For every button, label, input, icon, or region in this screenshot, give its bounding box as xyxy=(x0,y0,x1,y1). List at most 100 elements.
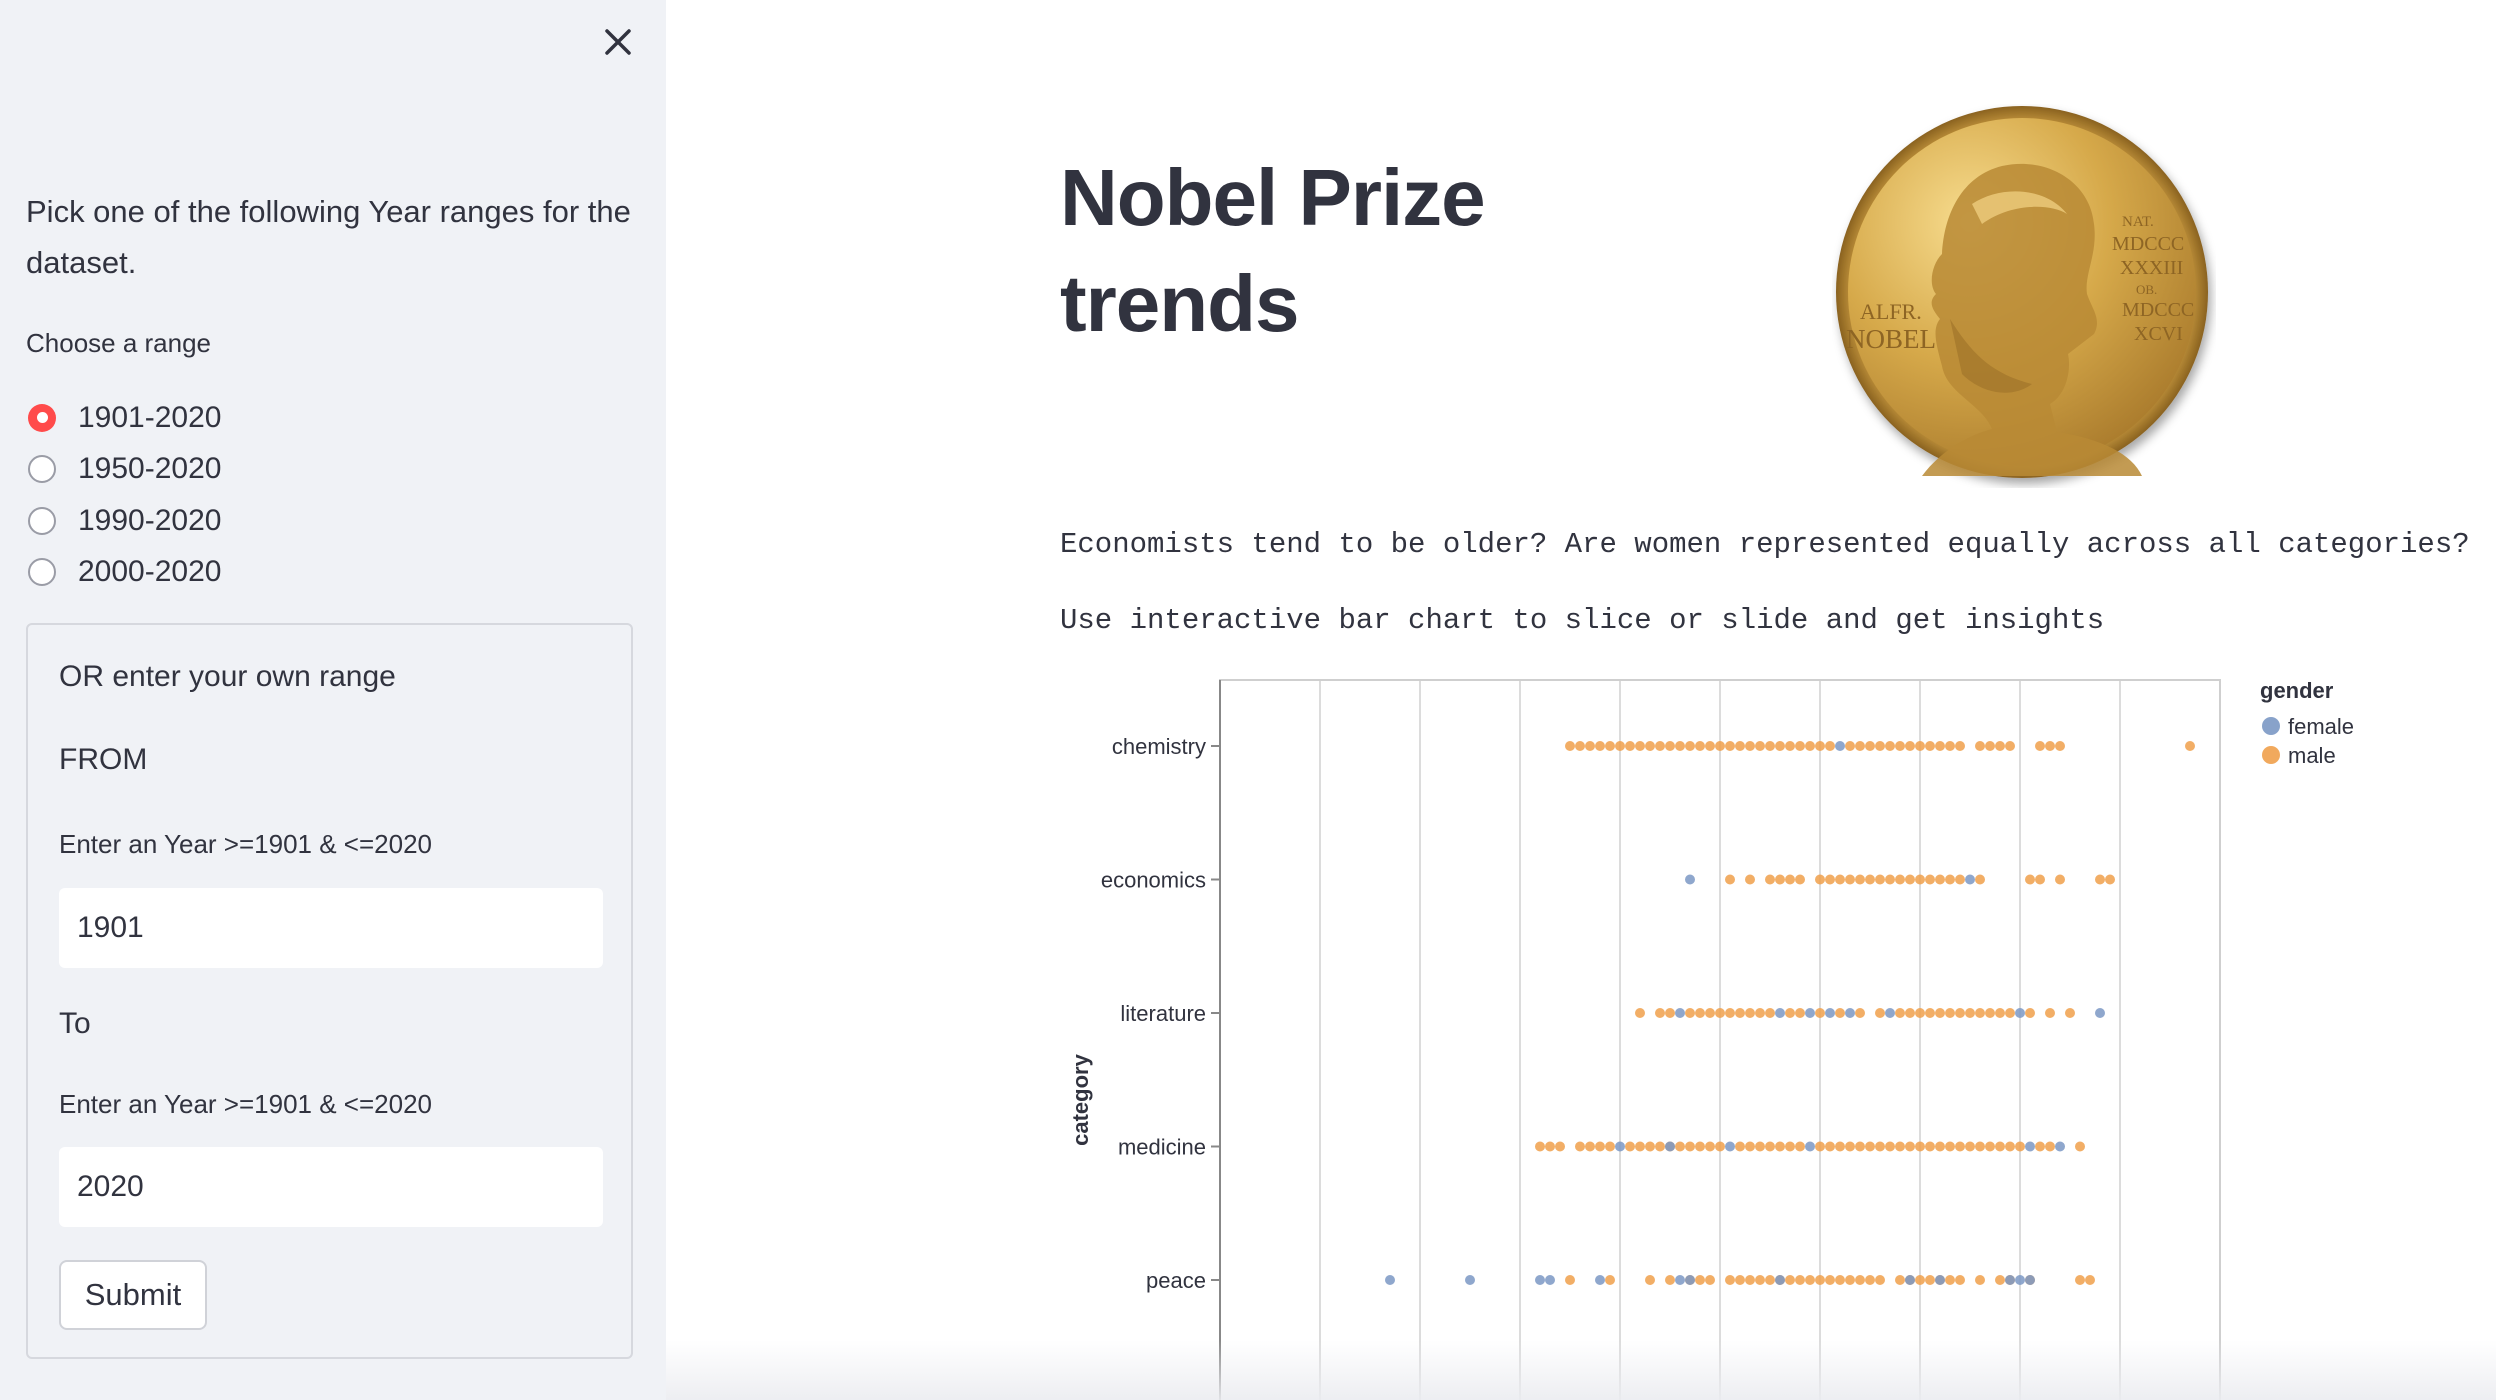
data-point-male[interactable] xyxy=(1925,1008,1935,1018)
data-point-female[interactable] xyxy=(2005,1275,2015,1285)
data-point-male[interactable] xyxy=(1935,1141,1945,1152)
data-point-male[interactable] xyxy=(2045,1141,2055,1152)
data-point-male[interactable] xyxy=(1755,1275,1765,1285)
data-point-male[interactable] xyxy=(1585,1141,1595,1152)
data-point-male[interactable] xyxy=(1885,741,1895,751)
data-point-male[interactable] xyxy=(1665,1275,1675,1285)
data-point-male[interactable] xyxy=(2185,741,2195,751)
data-point-male[interactable] xyxy=(1945,1275,1955,1285)
data-point-male[interactable] xyxy=(1545,1141,1555,1152)
data-point-male[interactable] xyxy=(1565,741,1575,751)
data-point-male[interactable] xyxy=(1975,741,1985,751)
data-point-male[interactable] xyxy=(1985,1008,1995,1018)
data-point-male[interactable] xyxy=(2045,741,2055,751)
data-point-male[interactable] xyxy=(2005,741,2015,751)
data-point-male[interactable] xyxy=(1955,1141,1965,1152)
data-point-male[interactable] xyxy=(1795,874,1805,885)
data-point-male[interactable] xyxy=(1755,741,1765,751)
data-point-male[interactable] xyxy=(1945,741,1955,751)
data-point-male[interactable] xyxy=(1735,1141,1745,1152)
data-point-female[interactable] xyxy=(1535,1275,1545,1285)
data-point-male[interactable] xyxy=(1915,1275,1925,1285)
data-point-male[interactable] xyxy=(1705,1141,1715,1152)
data-point-male[interactable] xyxy=(1795,1275,1805,1285)
data-point-male[interactable] xyxy=(1845,1275,1855,1285)
data-point-male[interactable] xyxy=(1575,741,1585,751)
data-point-male[interactable] xyxy=(1945,1141,1955,1152)
data-point-male[interactable] xyxy=(1895,741,1905,751)
data-point-male[interactable] xyxy=(1825,874,1835,885)
range-option-1990-2020[interactable]: 1990-2020 xyxy=(28,495,221,547)
data-point-male[interactable] xyxy=(1745,1141,1755,1152)
data-point-male[interactable] xyxy=(2045,1008,2055,1018)
data-point-male[interactable] xyxy=(1625,741,1635,751)
range-option-1950-2020[interactable]: 1950-2020 xyxy=(28,444,221,496)
data-point-male[interactable] xyxy=(1825,1141,1835,1152)
data-point-male[interactable] xyxy=(1905,741,1915,751)
data-point-male[interactable] xyxy=(1665,1008,1675,1018)
data-point-male[interactable] xyxy=(1725,1275,1735,1285)
data-point-male[interactable] xyxy=(1685,741,1695,751)
data-point-male[interactable] xyxy=(1765,1141,1775,1152)
data-point-male[interactable] xyxy=(1775,741,1785,751)
radio-unselected-icon[interactable] xyxy=(28,506,56,535)
data-point-male[interactable] xyxy=(1925,1141,1935,1152)
data-point-male[interactable] xyxy=(1905,1008,1915,1018)
data-point-female[interactable] xyxy=(1825,1008,1835,1018)
data-point-male[interactable] xyxy=(1875,741,1885,751)
data-point-male[interactable] xyxy=(1915,874,1925,885)
range-option-1901-2020[interactable]: 1901-2020 xyxy=(28,392,221,444)
data-point-male[interactable] xyxy=(1605,1275,1615,1285)
data-point-male[interactable] xyxy=(1935,1008,1945,1018)
data-point-female[interactable] xyxy=(1935,1275,1945,1285)
data-point-male[interactable] xyxy=(2055,874,2065,885)
data-point-female[interactable] xyxy=(1685,1275,1695,1285)
data-point-male[interactable] xyxy=(1775,874,1785,885)
data-point-male[interactable] xyxy=(1755,1008,1765,1018)
data-point-male[interactable] xyxy=(1905,874,1915,885)
data-point-male[interactable] xyxy=(1715,1141,1725,1152)
data-point-male[interactable] xyxy=(1895,1275,1905,1285)
data-point-male[interactable] xyxy=(1785,1275,1795,1285)
data-point-male[interactable] xyxy=(1895,1008,1905,1018)
data-point-male[interactable] xyxy=(1835,1141,1845,1152)
data-point-male[interactable] xyxy=(1755,1141,1765,1152)
data-point-male[interactable] xyxy=(2035,874,2045,885)
data-point-male[interactable] xyxy=(1915,1008,1925,1018)
data-point-male[interactable] xyxy=(1865,1275,1875,1285)
data-point-male[interactable] xyxy=(1765,1275,1775,1285)
data-point-male[interactable] xyxy=(1745,741,1755,751)
data-point-male[interactable] xyxy=(1895,874,1905,885)
data-point-male[interactable] xyxy=(1665,741,1675,751)
data-point-male[interactable] xyxy=(1855,1275,1865,1285)
data-point-male[interactable] xyxy=(1765,741,1775,751)
data-point-male[interactable] xyxy=(1825,741,1835,751)
data-point-female[interactable] xyxy=(1595,1275,1605,1285)
data-point-male[interactable] xyxy=(1685,1141,1695,1152)
data-point-male[interactable] xyxy=(1885,874,1895,885)
data-point-male[interactable] xyxy=(1815,1141,1825,1152)
data-point-male[interactable] xyxy=(1975,1275,1985,1285)
data-point-male[interactable] xyxy=(1925,741,1935,751)
data-point-male[interactable] xyxy=(1595,1141,1605,1152)
data-point-female[interactable] xyxy=(1885,1008,1895,1018)
data-point-male[interactable] xyxy=(1745,1008,1755,1018)
data-point-male[interactable] xyxy=(1955,741,1965,751)
data-point-female[interactable] xyxy=(1545,1275,1555,1285)
data-point-male[interactable] xyxy=(1625,1141,1635,1152)
data-point-male[interactable] xyxy=(1855,1141,1865,1152)
data-point-male[interactable] xyxy=(1975,1008,1985,1018)
data-point-male[interactable] xyxy=(1915,741,1925,751)
data-point-male[interactable] xyxy=(1675,741,1685,751)
range-option-2000-2020[interactable]: 2000-2020 xyxy=(28,547,221,599)
data-point-female[interactable] xyxy=(2025,1141,2035,1152)
data-point-female[interactable] xyxy=(2015,1275,2025,1285)
data-point-male[interactable] xyxy=(1775,1141,1785,1152)
data-point-male[interactable] xyxy=(1985,1141,1995,1152)
data-point-male[interactable] xyxy=(1605,1141,1615,1152)
data-point-male[interactable] xyxy=(1795,1141,1805,1152)
data-point-male[interactable] xyxy=(2075,1275,2085,1285)
data-point-male[interactable] xyxy=(1645,1141,1655,1152)
data-point-male[interactable] xyxy=(1945,874,1955,885)
data-point-female[interactable] xyxy=(1385,1275,1395,1285)
